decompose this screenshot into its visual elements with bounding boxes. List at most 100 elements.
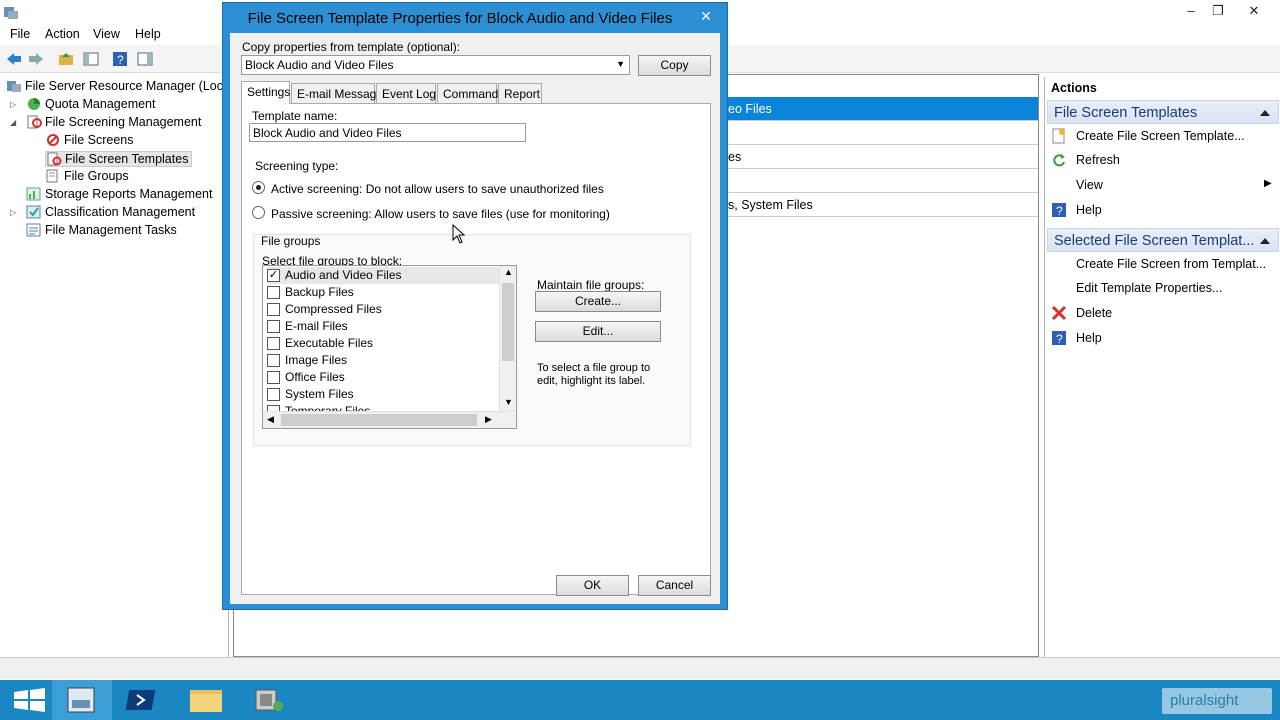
tree-item-label: File Management Tasks — [45, 223, 177, 237]
checkbox[interactable] — [267, 354, 280, 367]
minimize-button[interactable]: – — [1180, 2, 1202, 20]
tab-report[interactable]: Report — [498, 83, 542, 103]
action-help-selected[interactable]: ? Help — [1051, 330, 1102, 346]
refresh-icon — [1053, 154, 1065, 167]
navigation-tree: File Server Resource Manager (Local) ▷ Q… — [0, 74, 237, 657]
collapse-arrow-icon[interactable]: ◢ — [10, 118, 16, 127]
action-pane-icon[interactable] — [136, 50, 154, 68]
reports-icon — [26, 187, 41, 201]
tree-item-file-groups[interactable]: File Groups — [45, 169, 129, 183]
server-icon — [7, 81, 21, 92]
checkbox[interactable] — [267, 303, 280, 316]
file-group-icon — [46, 169, 58, 183]
menu-file[interactable]: File — [10, 27, 30, 41]
checkbox[interactable]: ✓ — [267, 269, 280, 282]
tree-root-label: File Server Resource Manager (Local) — [25, 79, 237, 93]
tree-item-file-management-tasks[interactable]: File Management Tasks — [26, 223, 177, 237]
forward-icon[interactable] — [27, 50, 45, 68]
dialog-close-button[interactable]: ✕ — [692, 6, 720, 26]
passive-screening-label[interactable]: Passive screening: Allow users to save f… — [271, 207, 610, 221]
tree-item-file-screening[interactable]: File Screening Management — [26, 115, 201, 129]
action-refresh[interactable]: Refresh — [1051, 152, 1120, 168]
active-screening-label[interactable]: Active screening: Do not allow users to … — [271, 182, 604, 196]
pluralsight-watermark: pluralsight — [1162, 688, 1272, 714]
passive-screening-radio[interactable] — [252, 206, 265, 219]
menu-help[interactable]: Help — [135, 27, 161, 41]
checkbox[interactable] — [267, 388, 280, 401]
template-icon — [47, 152, 62, 166]
folder-icon — [190, 690, 222, 712]
show-hide-tree-icon[interactable] — [82, 50, 100, 68]
template-properties-dialog: File Screen Template Properties for Bloc… — [222, 2, 728, 610]
ok-button[interactable]: OK — [556, 575, 629, 596]
action-create-template[interactable]: Create File Screen Template... — [1051, 128, 1245, 144]
create-file-group-button[interactable]: Create... — [535, 291, 661, 312]
menu-view[interactable]: View — [93, 27, 120, 41]
cancel-button[interactable]: Cancel — [638, 575, 711, 596]
action-edit-template[interactable]: Edit Template Properties... — [1051, 280, 1222, 296]
action-help[interactable]: ? Help — [1051, 202, 1102, 218]
menu-action[interactable]: Action — [45, 27, 80, 41]
help-icon[interactable]: ? — [111, 50, 129, 68]
mouse-cursor-icon — [452, 224, 466, 244]
checkbox[interactable] — [267, 320, 280, 333]
up-folder-icon[interactable] — [57, 50, 75, 68]
tree-item-classification[interactable]: Classification Management — [26, 205, 195, 219]
tab-settings[interactable]: Settings — [241, 81, 290, 104]
actions-section-selected[interactable]: Selected File Screen Templat... — [1047, 228, 1279, 252]
action-delete[interactable]: Delete — [1051, 305, 1112, 321]
scroll-down-icon[interactable]: ▼ — [504, 397, 513, 407]
scroll-right-icon[interactable]: ▶ — [485, 414, 492, 425]
tree-item-storage-reports[interactable]: Storage Reports Management — [26, 187, 212, 201]
collapse-icon[interactable] — [1260, 110, 1270, 116]
settings-panel: Template name: Block Audio and Video Fil… — [241, 103, 711, 595]
file-groups-list[interactable]: ✓ Audio and Video Files Backup Files Comp… — [262, 265, 517, 429]
expand-arrow-icon[interactable]: ▷ — [10, 208, 16, 217]
checkbox[interactable] — [267, 286, 280, 299]
expand-arrow-icon[interactable]: ▷ — [10, 100, 16, 109]
powershell-icon — [125, 690, 156, 710]
horizontal-scrollbar[interactable]: ◀ ▶ — [263, 411, 516, 428]
tree-item-label: File Screening Management — [45, 115, 202, 129]
tree-root[interactable]: File Server Resource Manager (Local) — [6, 79, 237, 93]
tree-item-file-screen-templates[interactable]: File Screen Templates — [45, 151, 193, 167]
quota-icon — [28, 98, 40, 110]
tab-command[interactable]: Command — [437, 83, 498, 103]
file-screening-icon — [27, 115, 42, 129]
submenu-arrow-icon[interactable]: ▶ — [1264, 178, 1272, 189]
fsrm-icon — [255, 689, 283, 711]
taskbar-server-manager[interactable] — [52, 680, 112, 720]
copy-from-select[interactable]: Block Audio and Video Files ▼ — [241, 55, 630, 75]
checkbox[interactable] — [267, 337, 280, 350]
scroll-thumb[interactable] — [281, 414, 477, 426]
tree-item-quota[interactable]: Quota Management — [26, 97, 156, 111]
scroll-left-icon[interactable]: ◀ — [267, 414, 274, 425]
list-item[interactable]: ✓ Audio and Video Files — [267, 267, 499, 284]
tab-email-message[interactable]: E-mail Message — [291, 83, 383, 103]
tab-event-log[interactable]: Event Log — [376, 83, 436, 103]
checkbox[interactable] — [267, 371, 280, 384]
tree-item-file-screens[interactable]: File Screens — [45, 133, 133, 147]
active-screening-radio[interactable] — [252, 181, 265, 194]
help-icon: ? — [1052, 331, 1066, 346]
back-icon[interactable] — [5, 50, 23, 68]
dialog-body: Copy properties from template (optional)… — [230, 33, 720, 604]
vertical-scrollbar[interactable]: ▲ ▼ — [499, 266, 516, 411]
actions-section-templates[interactable]: File Screen Templates — [1047, 100, 1279, 124]
close-window-button[interactable]: ✕ — [1243, 2, 1265, 20]
taskbar-explorer[interactable] — [176, 680, 236, 720]
action-create-from-template[interactable]: Create File Screen from Templat... — [1051, 256, 1266, 272]
file-groups-label: File groups — [261, 234, 321, 248]
action-view[interactable]: View — [1051, 177, 1103, 193]
restore-button[interactable]: ❐ — [1207, 2, 1229, 20]
taskbar-fsrm[interactable] — [238, 680, 298, 720]
copy-button[interactable]: Copy — [638, 55, 711, 76]
scroll-up-icon[interactable]: ▲ — [504, 267, 513, 277]
help-icon: ? — [1052, 203, 1066, 218]
edit-file-group-button[interactable]: Edit... — [535, 321, 661, 342]
template-name-input[interactable]: Block Audio and Video Files — [249, 123, 526, 142]
taskbar-powershell[interactable] — [114, 680, 174, 720]
scroll-thumb[interactable] — [502, 283, 514, 361]
collapse-icon[interactable] — [1260, 238, 1270, 244]
start-button[interactable] — [0, 680, 60, 720]
